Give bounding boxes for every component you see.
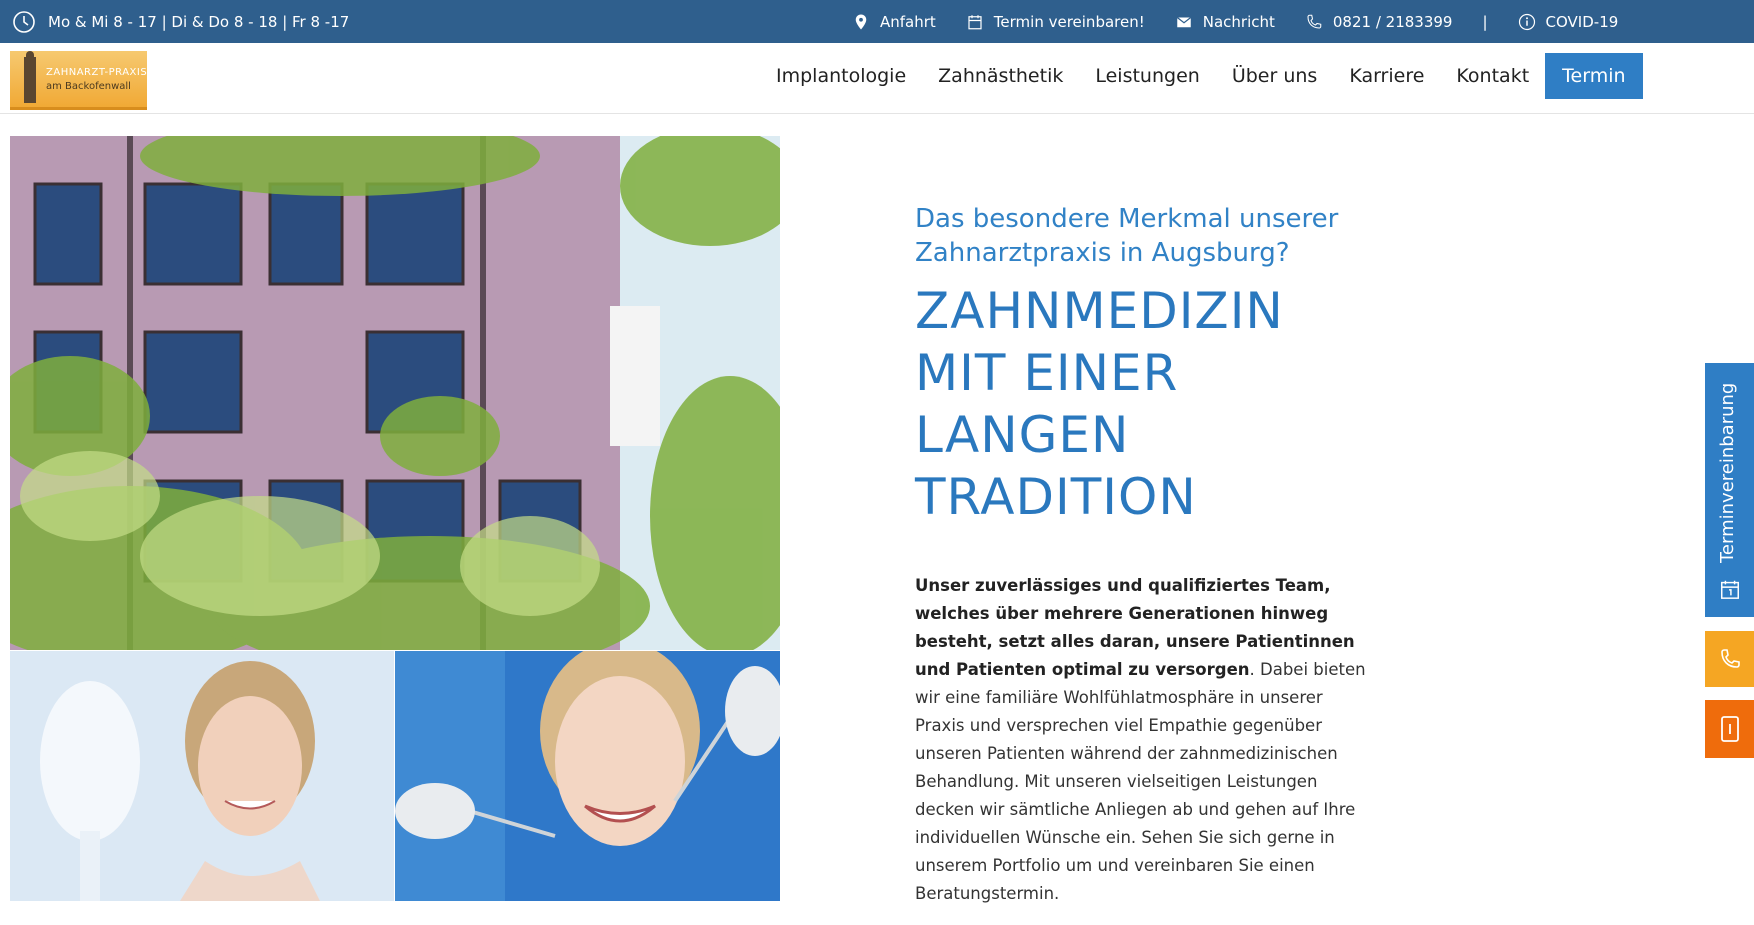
- phone-number: 0821 / 2183399: [1332, 12, 1453, 31]
- anfahrt-link[interactable]: Anfahrt: [852, 13, 936, 31]
- body-regular-text: . Dabei bieten wir eine familiäre Wohlfü…: [915, 660, 1366, 903]
- info-icon: [1518, 13, 1535, 30]
- practice-logo[interactable]: ZAHNARZT-PRAXIS am Backofenwall: [10, 51, 147, 110]
- phone-icon: [1721, 649, 1740, 668]
- terminvereinbarung-tab[interactable]: Terminvereinbarung: [1705, 363, 1754, 617]
- terminvereinbarung-label: Terminvereinbarung: [1717, 382, 1738, 563]
- envelope-icon: [1176, 16, 1191, 27]
- section-subtitle: Das besondere Merkmal unserer Zahnarztpr…: [915, 204, 1339, 268]
- opening-hours-text: Mo & Mi 8 - 17 | Di & Do 8 - 18 | Fr 8 -…: [48, 12, 350, 31]
- termin-vereinbaren-label: Termin vereinbaren!: [993, 12, 1145, 31]
- nachricht-link[interactable]: Nachricht: [1175, 13, 1275, 31]
- section-headline: ZAHNMEDIZIN MIT EINER LANGEN TRADITION: [915, 282, 1284, 526]
- logo-line-1: ZAHNARZT-PRAXIS: [46, 67, 148, 78]
- clock-icon: [13, 10, 35, 33]
- patient-mirror-illustration: [10, 651, 394, 901]
- map-pin-icon: [855, 14, 867, 29]
- calendar-icon: [1721, 580, 1739, 599]
- building-illustration: [10, 136, 780, 650]
- nav-item-zahnaesthetik[interactable]: Zahnästhetik: [938, 65, 1063, 87]
- termin-button[interactable]: Termin: [1545, 53, 1643, 99]
- anfahrt-label: Anfahrt: [880, 12, 936, 31]
- nav-item-implantologie[interactable]: Implantologie: [776, 65, 906, 87]
- mobile-icon: [1721, 716, 1739, 742]
- main-navigation: Implantologie Zahnästhetik Leistungen Üb…: [776, 52, 1643, 100]
- nachricht-label: Nachricht: [1202, 12, 1275, 31]
- building-photo: [10, 136, 780, 650]
- nav-item-ueber-uns[interactable]: Über uns: [1232, 65, 1318, 87]
- opening-hours: Mo & Mi 8 - 17 | Di & Do 8 - 18 | Fr 8 -…: [12, 0, 349, 43]
- dental-treatment-illustration: [395, 651, 780, 901]
- section-body: Unser zuverlässiges und qualifiziertes T…: [915, 572, 1375, 908]
- nav-item-karriere[interactable]: Karriere: [1349, 65, 1424, 87]
- phone-link[interactable]: 0821 / 2183399: [1305, 12, 1453, 31]
- nav-item-leistungen[interactable]: Leistungen: [1095, 65, 1199, 87]
- patient-mirror-photo: [10, 651, 394, 901]
- mobile-widget-button[interactable]: [1705, 700, 1754, 758]
- termin-vereinbaren-link[interactable]: Termin vereinbaren!: [966, 13, 1145, 31]
- tower-icon: [24, 51, 36, 103]
- nav-item-kontakt[interactable]: Kontakt: [1456, 65, 1529, 87]
- separator: |: [1482, 12, 1488, 31]
- calendar-icon: [968, 14, 982, 29]
- covid-link[interactable]: COVID-19: [1518, 12, 1619, 31]
- top-info-bar: Mo & Mi 8 - 17 | Di & Do 8 - 18 | Fr 8 -…: [0, 0, 1754, 43]
- phone-icon: [1307, 14, 1322, 29]
- intro-section: Das besondere Merkmal unserer Zahnarztpr…: [915, 202, 1375, 925]
- dental-treatment-photo: [395, 651, 780, 901]
- main-header: ZAHNARZT-PRAXIS am Backofenwall Implanto…: [0, 43, 1754, 114]
- logo-line-2: am Backofenwall: [46, 81, 131, 92]
- covid-label: COVID-19: [1545, 12, 1619, 31]
- phone-widget-button[interactable]: [1705, 631, 1754, 687]
